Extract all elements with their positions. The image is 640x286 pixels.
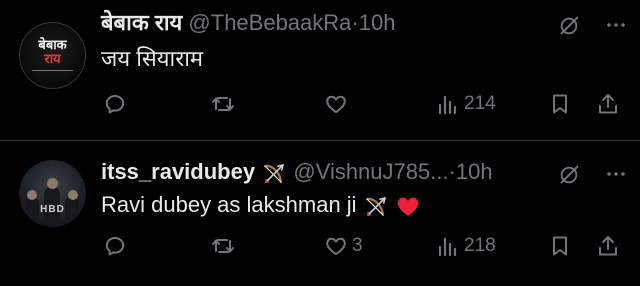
repost-button[interactable] xyxy=(211,232,239,260)
avatar-logo-divider xyxy=(32,70,73,71)
repost-button[interactable] xyxy=(211,90,239,118)
user-handle[interactable]: @TheBebaakRa xyxy=(188,10,351,35)
more-icon[interactable] xyxy=(604,13,628,37)
bookmark-button[interactable] xyxy=(548,90,572,118)
bow-and-arrow-icon xyxy=(365,197,386,217)
tweet[interactable]: HBD itss_ravidubey @VishnuJ785...·10h Ra… xyxy=(0,141,640,286)
avatar-figure-head xyxy=(27,190,37,200)
reply-button[interactable] xyxy=(103,232,131,260)
avatar[interactable]: HBD xyxy=(19,160,86,227)
display-name[interactable]: बेबाक राय xyxy=(101,10,182,35)
avatar-logo-text: बेबाक xyxy=(38,38,67,53)
avatar-logo-text: राय xyxy=(44,52,61,67)
tweet-text: Ravi dubey as lakshman ji xyxy=(101,192,357,217)
share-button[interactable] xyxy=(596,232,620,260)
grok-icon[interactable] xyxy=(558,15,580,37)
tweet[interactable]: बेबाक राय बेबाक राय @TheBebaakRa·10h जय … xyxy=(0,0,640,140)
view-count: 214 xyxy=(464,93,496,114)
view-count: 218 xyxy=(464,235,496,256)
share-icon xyxy=(599,236,617,256)
bookmark-icon xyxy=(553,236,567,256)
timestamp[interactable]: 10h xyxy=(359,10,396,35)
views-icon xyxy=(438,95,457,115)
heart-icon xyxy=(326,237,346,255)
tweet-text-row: Ravi dubey as lakshman ji xyxy=(101,191,421,219)
red-heart-icon xyxy=(397,197,418,216)
reply-button[interactable] xyxy=(103,90,131,118)
views-icon xyxy=(438,237,457,257)
repost-icon xyxy=(212,97,234,111)
like-count: 3 xyxy=(352,235,363,256)
separator-dot: · xyxy=(351,10,359,35)
avatar-figure-head xyxy=(68,190,78,200)
bookmark-icon xyxy=(553,94,567,114)
views-button[interactable]: 214 xyxy=(436,90,496,118)
user-handle[interactable]: @VishnuJ785... xyxy=(293,159,448,184)
display-name[interactable]: itss_ravidubey xyxy=(101,159,255,184)
share-icon xyxy=(599,94,617,114)
more-icon[interactable] xyxy=(604,162,628,186)
avatar-text: HBD xyxy=(40,204,65,215)
repost-icon xyxy=(212,239,234,253)
avatar[interactable]: बेबाक राय xyxy=(19,22,86,89)
tweet-text: जय सियाराम xyxy=(101,46,204,71)
tweet-header: बेबाक राय @TheBebaakRa·10h xyxy=(101,10,395,36)
heart-icon xyxy=(326,95,346,113)
like-button[interactable] xyxy=(324,90,352,118)
avatar-figure-head xyxy=(47,178,58,189)
share-button[interactable] xyxy=(596,90,620,118)
separator-dot: · xyxy=(448,159,456,184)
grok-icon[interactable] xyxy=(558,164,580,186)
tweet-header: itss_ravidubey @VishnuJ785...·10h xyxy=(101,159,493,185)
tweet-actions: 3 218 xyxy=(0,232,640,260)
reply-icon xyxy=(105,237,125,256)
tweet-actions: 214 xyxy=(0,90,640,118)
views-button[interactable]: 218 xyxy=(436,232,496,260)
reply-icon xyxy=(105,95,125,114)
timestamp[interactable]: 10h xyxy=(456,159,493,184)
bookmark-button[interactable] xyxy=(548,232,572,260)
bow-and-arrow-icon xyxy=(264,164,285,184)
like-button[interactable]: 3 xyxy=(324,232,363,260)
